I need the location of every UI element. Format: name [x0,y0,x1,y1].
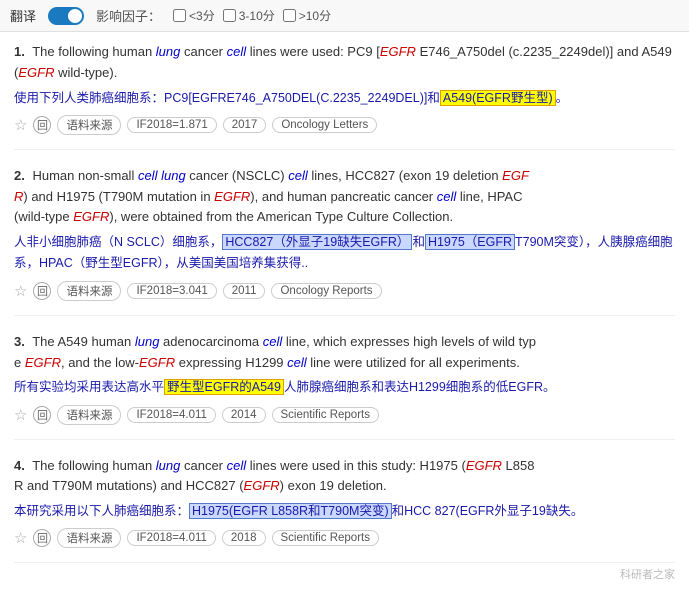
tag-if-3[interactable]: IF2018=4.011 [127,407,215,423]
watermark: 科研者之家 [620,566,675,582]
tag-source-3[interactable]: 语料来源 [57,405,121,425]
filter-more10-checkbox[interactable] [283,9,296,22]
result-1-chinese: 使用下列人类肺癌细胞系：PC9[EGFRE746_A750DEL(C.2235_… [14,88,675,109]
filter-group: <3分 3-10分 >10分 [173,7,331,24]
result-item-2: 2. Human non-small cell lung cancer (NSC… [14,166,675,316]
highlight-2b: H1975（EGFR [425,234,515,250]
filter-3to10[interactable]: 3-10分 [223,7,275,24]
result-4-meta: ☆ 回 语料来源 IF2018=4.011 2018 Scientific Re… [14,528,675,548]
tag-if-1[interactable]: IF2018=1.871 [127,117,216,133]
result-item-3: 3. The A549 human lung adenocarcinoma ce… [14,332,675,440]
icon-circle-3[interactable]: 回 [33,406,51,424]
result-4-number: 4. [14,458,25,473]
result-4-chinese: 本研究采用以下人肺癌细胞系：H1975(EGFR L858R和T790M突变)和… [14,501,675,522]
icon-circle-2[interactable]: 回 [33,282,51,300]
star-4[interactable]: ☆ [14,529,27,547]
highlight-1: A549(EGFR野生型) [440,90,556,106]
result-item-1: 1. The following human lung cancer cell … [14,42,675,150]
tag-journal-4[interactable]: Scientific Reports [272,530,379,546]
star-1[interactable]: ☆ [14,116,27,134]
translate-toggle[interactable] [48,7,84,25]
toggle-knob [68,9,82,23]
result-2-chinese: 人非小细胞肺癌（N SCLC）细胞系，HCC827（外显子19缺失EGFR）和H… [14,232,675,275]
highlight-3: 野生型EGFR的A549 [164,379,284,395]
highlight-4: H1975(EGFR L858R和T790M突变) [189,503,392,519]
result-3-english: 3. The A549 human lung adenocarcinoma ce… [14,332,675,374]
highlight-2a: HCC827（外显子19缺失EGFR） [222,234,412,250]
icon-circle-1[interactable]: 回 [33,116,51,134]
tag-journal-1[interactable]: Oncology Letters [272,117,377,133]
filter-more10[interactable]: >10分 [283,7,331,24]
tag-year-3[interactable]: 2014 [222,407,266,423]
tag-if-4[interactable]: IF2018=4.011 [127,530,215,546]
result-2-meta: ☆ 回 语料来源 IF2018=3.041 2011 Oncology Repo… [14,281,675,301]
result-2-number: 2. [14,168,25,183]
tag-year-1[interactable]: 2017 [223,117,267,133]
tag-journal-2[interactable]: Oncology Reports [271,283,381,299]
result-3-chinese: 所有实验均采用表达高水平野生型EGFR的A549人肺腺癌细胞系和表达H1299细… [14,377,675,398]
icon-circle-4[interactable]: 回 [33,529,51,547]
filter-3to10-label: 3-10分 [239,7,275,24]
main-content: 1. The following human lung cancer cell … [0,32,689,589]
result-3-meta: ☆ 回 语料来源 IF2018=4.011 2014 Scientific Re… [14,405,675,425]
filter-less3-checkbox[interactable] [173,9,186,22]
tag-year-2[interactable]: 2011 [223,283,266,299]
filter-less3[interactable]: <3分 [173,7,215,24]
star-2[interactable]: ☆ [14,282,27,300]
filter-3to10-checkbox[interactable] [223,9,236,22]
star-3[interactable]: ☆ [14,406,27,424]
tag-source-1[interactable]: 语料来源 [57,115,121,135]
result-1-number: 1. [14,44,25,59]
result-1-meta: ☆ 回 语料来源 IF2018=1.871 2017 Oncology Lett… [14,115,675,135]
result-1-english: 1. The following human lung cancer cell … [14,42,675,84]
tag-if-2[interactable]: IF2018=3.041 [127,283,216,299]
result-2-english: 2. Human non-small cell lung cancer (NSC… [14,166,675,228]
top-bar: 翻译 影响因子： <3分 3-10分 >10分 [0,0,689,32]
tag-journal-3[interactable]: Scientific Reports [272,407,379,423]
filter-more10-label: >10分 [299,7,331,24]
tag-source-4[interactable]: 语料来源 [57,528,121,548]
translate-label: 翻译 [10,6,36,25]
result-item-4: 4. The following human lung cancer cell … [14,456,675,564]
result-3-number: 3. [14,334,25,349]
filter-less3-label: <3分 [189,7,215,24]
tag-source-2[interactable]: 语料来源 [57,281,121,301]
filter-label: 影响因子： [96,6,161,25]
result-4-english: 4. The following human lung cancer cell … [14,456,675,498]
tag-year-4[interactable]: 2018 [222,530,266,546]
